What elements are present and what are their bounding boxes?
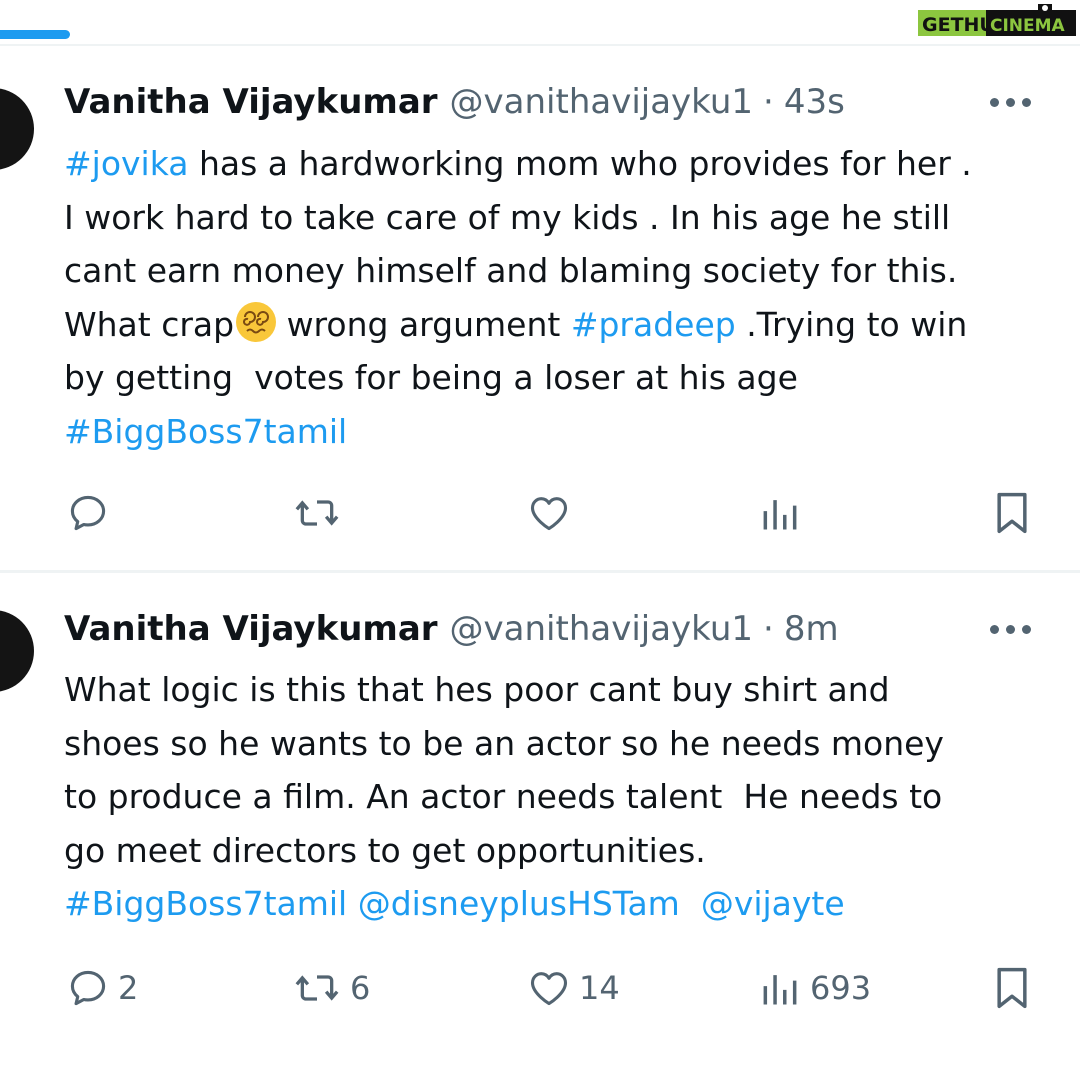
- like-icon: [530, 972, 568, 1006]
- tweet-header: Vanitha Vijaykumar @vanithavijayku1 · 43…: [64, 80, 845, 124]
- author-handle[interactable]: @vanithavijayku1: [450, 607, 753, 651]
- watermark-logo: GETHU CINEMA: [918, 4, 1076, 36]
- text-line: shoes so he wants to be an actor so he n…: [64, 723, 944, 763]
- hashtag-link[interactable]: #pradeep: [571, 305, 736, 344]
- text-segment: wrong argument: [276, 304, 571, 344]
- mention-link[interactable]: @disneyplusHSTam: [358, 884, 680, 923]
- like-button[interactable]: 14: [527, 963, 620, 1013]
- like-count: 14: [579, 969, 620, 1007]
- view-count: 693: [810, 969, 872, 1007]
- hashtag-link[interactable]: #jovika: [64, 144, 188, 183]
- retweet-button[interactable]: [292, 488, 342, 538]
- text-line: cant earn money himself and blaming soci…: [64, 251, 958, 290]
- views-button[interactable]: [758, 488, 802, 538]
- timestamp[interactable]: 8m: [784, 607, 839, 651]
- more-options-icon[interactable]: [990, 625, 1032, 637]
- bookmark-icon: [997, 492, 1027, 534]
- mention-link[interactable]: @vijayte: [701, 884, 845, 923]
- svg-text:GETHU: GETHU: [922, 14, 995, 36]
- tweet-text: #jovika has a hardworking mom who provid…: [64, 137, 1074, 458]
- tweet-header: Vanitha Vijaykumar @vanithavijayku1 · 8m: [64, 607, 839, 651]
- author-name[interactable]: Vanitha Vijaykumar: [64, 607, 438, 651]
- retweet-icon: [295, 975, 339, 1001]
- timestamp[interactable]: 43s: [784, 80, 845, 124]
- tweet-actions: 2 6 14 693: [0, 963, 1080, 1013]
- tweet-divider: [0, 570, 1080, 573]
- views-icon: [763, 975, 797, 1005]
- reply-button[interactable]: 2: [66, 963, 138, 1013]
- tweet-actions: [0, 488, 1080, 538]
- svg-text:CINEMA: CINEMA: [990, 16, 1066, 36]
- separator-dot: ·: [763, 82, 774, 122]
- reply-icon: [70, 495, 106, 531]
- reply-button[interactable]: [66, 488, 110, 538]
- retweet-count: 6: [350, 969, 371, 1007]
- retweet-button[interactable]: 6: [292, 963, 370, 1013]
- views-icon: [763, 500, 797, 530]
- dizzy-face-emoji: [236, 301, 277, 342]
- tweet-text: What logic is this that hes poor cant bu…: [64, 663, 1074, 931]
- retweet-icon: [295, 500, 339, 526]
- views-button[interactable]: 693: [758, 963, 871, 1013]
- like-icon: [530, 497, 568, 531]
- bookmark-icon: [997, 967, 1027, 1009]
- text-segment: What crap: [64, 304, 235, 344]
- separator-dot: ·: [763, 609, 774, 649]
- hashtag-link[interactable]: #BiggBoss7tamil: [64, 884, 347, 923]
- bookmark-button[interactable]: [990, 488, 1034, 538]
- author-handle[interactable]: @vanithavijayku1: [450, 80, 753, 124]
- divider: [0, 44, 1080, 46]
- reply-icon: [70, 970, 106, 1006]
- text-line: by getting votes for being a loser at hi…: [64, 358, 798, 397]
- more-options-icon[interactable]: [990, 98, 1032, 110]
- author-name[interactable]: Vanitha Vijaykumar: [64, 80, 438, 124]
- tab-indicator: [0, 30, 70, 39]
- text-line: I work hard to take care of my kids . In…: [64, 197, 951, 237]
- avatar[interactable]: [0, 88, 34, 170]
- bookmark-button[interactable]: [990, 963, 1034, 1013]
- text-line: What logic is this that hes poor cant bu…: [64, 670, 890, 709]
- text-line: has a hardworking mom who provides for h…: [188, 144, 972, 183]
- like-button[interactable]: [527, 488, 571, 538]
- text-segment: .Trying to win: [735, 304, 968, 344]
- text-line: go meet directors to get opportunities.: [64, 830, 706, 870]
- avatar[interactable]: [0, 610, 34, 692]
- text-line: to produce a film. An actor needs talent…: [64, 777, 943, 816]
- hashtag-link[interactable]: #BiggBoss7tamil: [64, 412, 347, 451]
- reply-count: 2: [118, 969, 139, 1007]
